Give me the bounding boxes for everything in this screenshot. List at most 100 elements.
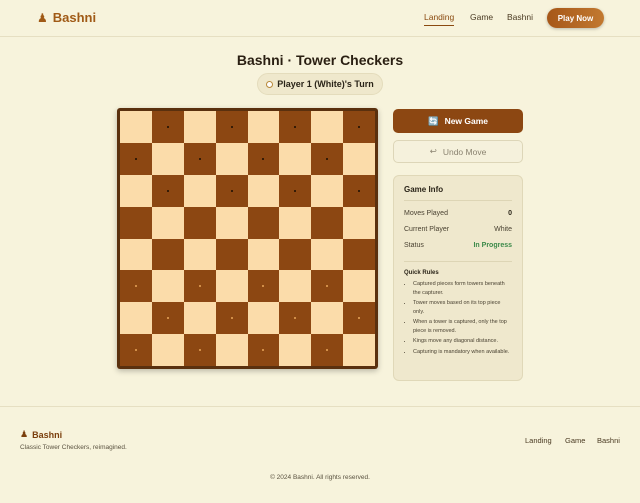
- black-piece[interactable]: [166, 125, 169, 128]
- footer-link-landing[interactable]: Landing: [525, 436, 552, 445]
- board-square[interactable]: [183, 206, 216, 239]
- board-square[interactable]: [151, 334, 184, 366]
- board-square[interactable]: [215, 206, 248, 239]
- brand-logo[interactable]: ♟ Bashni: [37, 10, 96, 25]
- board-square[interactable]: [151, 238, 184, 271]
- board-square[interactable]: [343, 142, 375, 175]
- board-square[interactable]: [311, 270, 344, 303]
- white-piece[interactable]: [198, 349, 201, 352]
- board-square[interactable]: [279, 270, 312, 303]
- board-square[interactable]: [311, 334, 344, 366]
- board-square[interactable]: [215, 174, 248, 207]
- black-piece[interactable]: [358, 125, 361, 128]
- white-piece[interactable]: [326, 285, 329, 288]
- black-piece[interactable]: [358, 189, 361, 192]
- board-square[interactable]: [247, 334, 280, 366]
- board-square[interactable]: [247, 174, 280, 207]
- board-square[interactable]: [247, 270, 280, 303]
- board-square[interactable]: [215, 334, 248, 366]
- white-piece[interactable]: [166, 317, 169, 320]
- black-piece[interactable]: [294, 189, 297, 192]
- board-square[interactable]: [151, 302, 184, 335]
- board-square[interactable]: [120, 238, 152, 271]
- board-square[interactable]: [120, 302, 152, 335]
- board-square[interactable]: [247, 111, 280, 143]
- board-square[interactable]: [279, 111, 312, 143]
- board-square[interactable]: [343, 270, 375, 303]
- board-square[interactable]: [183, 111, 216, 143]
- board-square[interactable]: [311, 111, 344, 143]
- board-square[interactable]: [215, 270, 248, 303]
- board-square[interactable]: [183, 302, 216, 335]
- board-square[interactable]: [343, 174, 375, 207]
- footer-brand-name: Bashni: [32, 429, 63, 440]
- board-square[interactable]: [247, 238, 280, 271]
- white-piece[interactable]: [358, 317, 361, 320]
- board-square[interactable]: [279, 238, 312, 271]
- board-square[interactable]: [120, 142, 152, 175]
- board-square[interactable]: [343, 206, 375, 239]
- board-square[interactable]: [247, 142, 280, 175]
- board-square[interactable]: [183, 174, 216, 207]
- board-square[interactable]: [279, 206, 312, 239]
- board-square[interactable]: [311, 206, 344, 239]
- nav-link-landing[interactable]: Landing: [424, 12, 455, 26]
- black-piece[interactable]: [134, 157, 137, 160]
- board-square[interactable]: [279, 334, 312, 366]
- board-square[interactable]: [120, 334, 152, 366]
- board-square[interactable]: [151, 206, 184, 239]
- board-square[interactable]: [343, 302, 375, 335]
- board-square[interactable]: [343, 334, 375, 366]
- white-piece[interactable]: [326, 349, 329, 352]
- status-label: Status: [404, 242, 424, 249]
- new-game-button[interactable]: 🔄 New Game: [393, 109, 523, 133]
- board-square[interactable]: [151, 270, 184, 303]
- white-piece[interactable]: [134, 285, 137, 288]
- board-square[interactable]: [279, 302, 312, 335]
- board-square[interactable]: [215, 142, 248, 175]
- board-square[interactable]: [215, 111, 248, 143]
- board-square[interactable]: [247, 206, 280, 239]
- white-piece[interactable]: [294, 317, 297, 320]
- board-square[interactable]: [120, 174, 152, 207]
- undo-move-button[interactable]: ↩ Undo Move: [393, 140, 523, 163]
- nav-link-bashni[interactable]: Bashni: [507, 12, 533, 22]
- white-piece[interactable]: [134, 349, 137, 352]
- board-square[interactable]: [183, 238, 216, 271]
- board-square[interactable]: [151, 142, 184, 175]
- footer-link-bashni[interactable]: Bashni: [597, 436, 620, 445]
- board-square[interactable]: [120, 111, 152, 143]
- board-square[interactable]: [183, 142, 216, 175]
- board-square[interactable]: [343, 111, 375, 143]
- board-square[interactable]: [151, 111, 184, 143]
- board-square[interactable]: [215, 302, 248, 335]
- board-square[interactable]: [311, 174, 344, 207]
- footer-link-game[interactable]: Game: [565, 436, 585, 445]
- board-square[interactable]: [311, 238, 344, 271]
- white-piece[interactable]: [198, 285, 201, 288]
- board-square[interactable]: [120, 206, 152, 239]
- black-piece[interactable]: [230, 189, 233, 192]
- board-square[interactable]: [183, 270, 216, 303]
- board-square[interactable]: [311, 302, 344, 335]
- white-piece[interactable]: [262, 349, 265, 352]
- play-now-button[interactable]: Play Now: [547, 8, 604, 28]
- black-piece[interactable]: [294, 125, 297, 128]
- white-piece[interactable]: [262, 285, 265, 288]
- black-piece[interactable]: [326, 157, 329, 160]
- board-square[interactable]: [311, 142, 344, 175]
- board-square[interactable]: [151, 174, 184, 207]
- white-piece[interactable]: [230, 317, 233, 320]
- board-square[interactable]: [215, 238, 248, 271]
- board-square[interactable]: [247, 302, 280, 335]
- board-square[interactable]: [183, 334, 216, 366]
- black-piece[interactable]: [230, 125, 233, 128]
- board-square[interactable]: [120, 270, 152, 303]
- board-square[interactable]: [279, 142, 312, 175]
- black-piece[interactable]: [198, 157, 201, 160]
- board-square[interactable]: [279, 174, 312, 207]
- black-piece[interactable]: [262, 157, 265, 160]
- nav-link-game[interactable]: Game: [470, 12, 493, 22]
- board-square[interactable]: [343, 238, 375, 271]
- black-piece[interactable]: [166, 189, 169, 192]
